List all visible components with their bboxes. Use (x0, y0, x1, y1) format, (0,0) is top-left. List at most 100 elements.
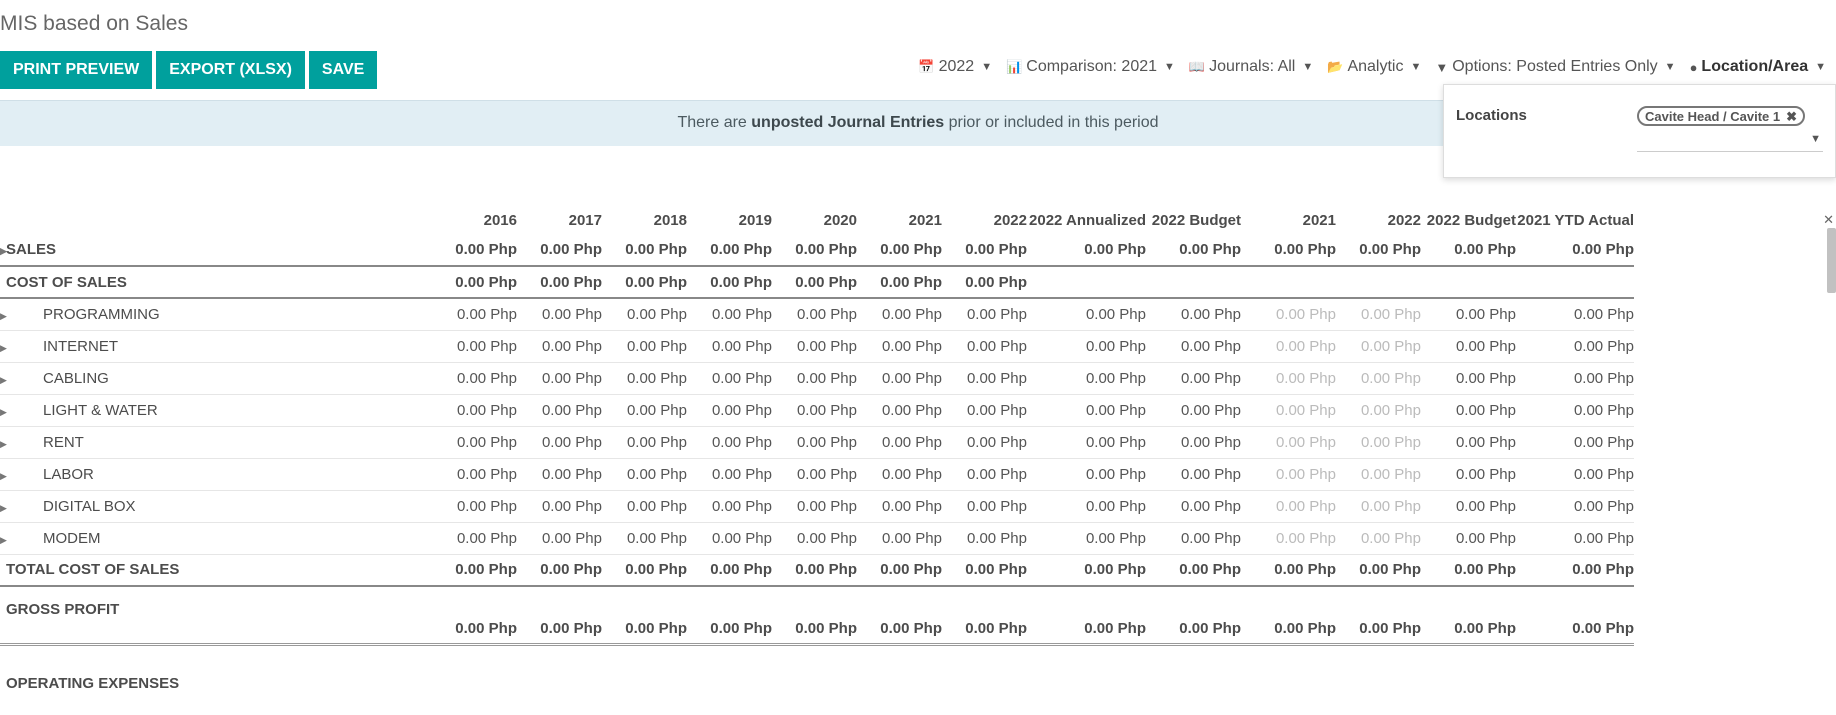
value-cell[interactable]: 0.00 Php (432, 266, 517, 299)
value-cell[interactable]: 0.00 Php (772, 490, 857, 523)
value-cell[interactable]: 0.00 Php (517, 330, 602, 363)
value-cell[interactable]: 0.00 Php (942, 586, 1027, 644)
table-row[interactable]: GROSS PROFIT 0.00 Php 0.00 Php 0.00 Php 0.00… (0, 586, 1634, 644)
value-cell[interactable]: 0.00 Php (772, 266, 857, 299)
value-cell[interactable]: 0.00 Php (1241, 330, 1336, 363)
value-cell[interactable] (1516, 644, 1634, 696)
value-cell[interactable]: 0.00 Php (1516, 490, 1634, 523)
value-cell[interactable]: 0.00 Php (687, 586, 772, 644)
value-cell[interactable]: 0.00 Php (1027, 554, 1146, 587)
value-cell[interactable] (1241, 644, 1336, 696)
value-cell[interactable]: 0.00 Php (602, 458, 687, 491)
value-cell[interactable]: 0.00 Php (857, 362, 942, 395)
value-cell[interactable]: 0.00 Php (1336, 554, 1421, 587)
value-cell[interactable]: 0.00 Php (517, 426, 602, 459)
value-cell[interactable]: 0.00 Php (1027, 426, 1146, 459)
close-icon[interactable]: ✕ (1823, 212, 1834, 228)
value-cell[interactable]: 0.00 Php (1027, 586, 1146, 644)
value-cell[interactable]: 0.00 Php (1146, 234, 1241, 267)
comparison-filter[interactable]: 📊 Comparison: 2021 ▼ (1006, 58, 1175, 76)
value-cell[interactable] (1336, 266, 1421, 299)
value-cell[interactable]: 0.00 Php (1241, 298, 1336, 331)
value-cell[interactable]: 0.00 Php (1027, 394, 1146, 427)
value-cell[interactable]: 0.00 Php (1516, 554, 1634, 587)
value-cell[interactable]: 0.00 Php (687, 490, 772, 523)
value-cell[interactable]: 0.00 Php (1027, 234, 1146, 267)
value-cell[interactable]: 0.00 Php (942, 330, 1027, 363)
value-cell[interactable]: 0.00 Php (1027, 490, 1146, 523)
value-cell[interactable]: 0.00 Php (1146, 554, 1241, 587)
table-row[interactable]: ▶ DIGITAL BOX 0.00 Php 0.00 Php 0.00 Php 0.00… (0, 490, 1634, 523)
value-cell[interactable]: 0.00 Php (1336, 522, 1421, 555)
value-cell[interactable]: 0.00 Php (1241, 522, 1336, 555)
value-cell[interactable]: 0.00 Php (1336, 394, 1421, 427)
value-cell[interactable]: 0.00 Php (772, 586, 857, 644)
save-button[interactable]: SAVE (308, 51, 378, 89)
value-cell[interactable]: 0.00 Php (687, 266, 772, 299)
export-xlsx-button[interactable]: EXPORT (XLSX) (156, 51, 305, 89)
value-cell[interactable]: 0.00 Php (857, 298, 942, 331)
value-cell[interactable]: 0.00 Php (517, 586, 602, 644)
value-cell[interactable]: 0.00 Php (1146, 330, 1241, 363)
value-cell[interactable]: 0.00 Php (942, 394, 1027, 427)
value-cell[interactable] (1336, 644, 1421, 696)
value-cell[interactable]: 0.00 Php (1027, 362, 1146, 395)
value-cell[interactable]: 0.00 Php (1336, 234, 1421, 267)
value-cell[interactable]: 0.00 Php (517, 298, 602, 331)
value-cell[interactable]: 0.00 Php (1241, 458, 1336, 491)
value-cell[interactable]: 0.00 Php (772, 330, 857, 363)
value-cell[interactable]: 0.00 Php (942, 554, 1027, 587)
value-cell[interactable]: 0.00 Php (1516, 522, 1634, 555)
analytic-filter[interactable]: 📂 Analytic ▼ (1327, 58, 1421, 76)
value-cell[interactable]: 0.00 Php (942, 522, 1027, 555)
value-cell[interactable]: 0.00 Php (1241, 490, 1336, 523)
value-cell[interactable]: 0.00 Php (602, 266, 687, 299)
value-cell[interactable]: 0.00 Php (772, 234, 857, 267)
value-cell[interactable]: 0.00 Php (517, 522, 602, 555)
value-cell[interactable]: 0.00 Php (517, 394, 602, 427)
value-cell[interactable]: 0.00 Php (517, 234, 602, 267)
value-cell[interactable]: 0.00 Php (1421, 522, 1516, 555)
value-cell[interactable]: 0.00 Php (857, 266, 942, 299)
value-cell[interactable]: 0.00 Php (1516, 586, 1634, 644)
value-cell[interactable]: 0.00 Php (857, 394, 942, 427)
value-cell[interactable]: 0.00 Php (1241, 234, 1336, 267)
value-cell[interactable]: 0.00 Php (1336, 458, 1421, 491)
value-cell[interactable] (857, 644, 942, 696)
value-cell[interactable] (772, 644, 857, 696)
value-cell[interactable]: 0.00 Php (432, 330, 517, 363)
value-cell[interactable]: 0.00 Php (942, 490, 1027, 523)
value-cell[interactable]: 0.00 Php (1146, 458, 1241, 491)
value-cell[interactable]: 0.00 Php (602, 298, 687, 331)
value-cell[interactable]: 0.00 Php (517, 490, 602, 523)
value-cell[interactable]: 0.00 Php (1027, 458, 1146, 491)
value-cell[interactable]: 0.00 Php (1336, 330, 1421, 363)
value-cell[interactable]: 0.00 Php (772, 522, 857, 555)
value-cell[interactable]: 0.00 Php (1146, 394, 1241, 427)
value-cell[interactable]: 0.00 Php (1027, 522, 1146, 555)
value-cell[interactable]: 0.00 Php (687, 330, 772, 363)
value-cell[interactable]: 0.00 Php (1336, 586, 1421, 644)
value-cell[interactable]: 0.00 Php (1241, 362, 1336, 395)
value-cell[interactable] (1421, 644, 1516, 696)
value-cell[interactable]: 0.00 Php (602, 426, 687, 459)
value-cell[interactable]: 0.00 Php (687, 394, 772, 427)
value-cell[interactable]: 0.00 Php (432, 522, 517, 555)
value-cell[interactable] (1241, 266, 1336, 299)
value-cell[interactable]: 0.00 Php (772, 394, 857, 427)
value-cell[interactable]: 0.00 Php (602, 234, 687, 267)
value-cell[interactable]: 0.00 Php (1421, 298, 1516, 331)
value-cell[interactable]: 0.00 Php (432, 394, 517, 427)
value-cell[interactable]: 0.00 Php (1421, 330, 1516, 363)
value-cell[interactable]: 0.00 Php (857, 234, 942, 267)
value-cell[interactable]: 0.00 Php (687, 298, 772, 331)
table-row[interactable]: ▶ LABOR 0.00 Php 0.00 Php 0.00 Php 0.00 Php 0.… (0, 458, 1634, 491)
value-cell[interactable]: 0.00 Php (1146, 586, 1241, 644)
value-cell[interactable] (517, 644, 602, 696)
value-cell[interactable]: 0.00 Php (1027, 330, 1146, 363)
table-row[interactable]: ▶ INTERNET 0.00 Php 0.00 Php 0.00 Php 0.00 Ph… (0, 330, 1634, 363)
value-cell[interactable]: 0.00 Php (942, 458, 1027, 491)
value-cell[interactable]: 0.00 Php (1516, 330, 1634, 363)
value-cell[interactable]: 0.00 Php (1241, 394, 1336, 427)
close-icon[interactable]: ✖ (1786, 109, 1797, 124)
